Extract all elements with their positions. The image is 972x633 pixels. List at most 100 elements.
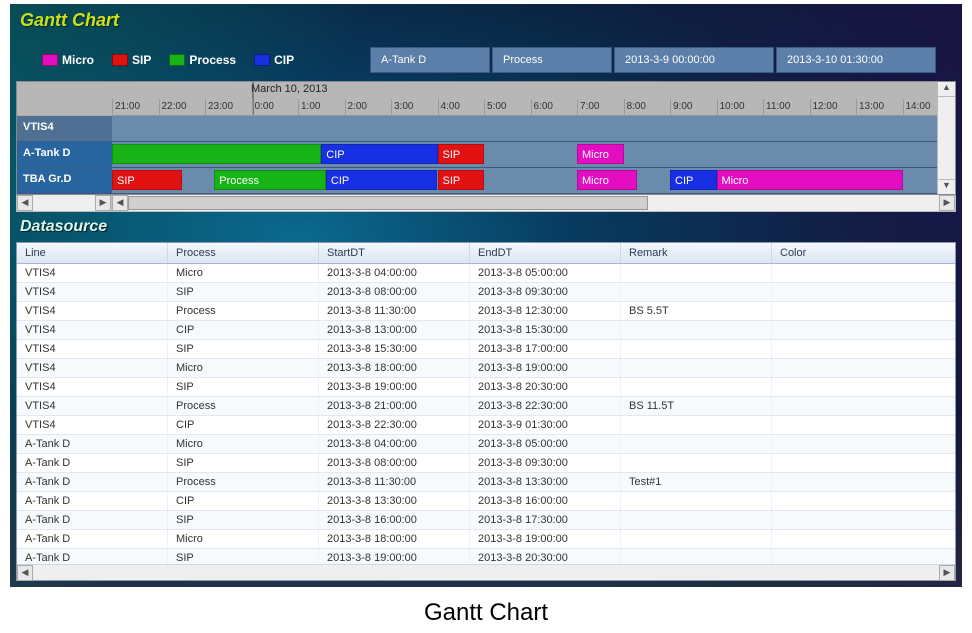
cell-startdt: 2013-3-8 08:00:00 [319, 454, 470, 472]
cell-startdt: 2013-3-8 16:00:00 [319, 511, 470, 529]
table-row[interactable]: A-Tank DCIP2013-3-8 13:30:002013-3-8 16:… [17, 492, 955, 511]
col-color[interactable]: Color [772, 243, 955, 263]
col-remark[interactable]: Remark [621, 243, 772, 263]
scroll-down-icon[interactable]: ▼ [938, 179, 955, 194]
row-header-vtis4[interactable]: VTIS4 [17, 116, 112, 142]
legend-item-cip: CIP [254, 53, 294, 67]
cell-process: Process [168, 473, 319, 491]
scroll-up-icon[interactable]: ▲ [938, 82, 955, 97]
info-line: A-Tank D [370, 47, 490, 73]
time-tick: 8:00 [624, 99, 648, 115]
table-row[interactable]: A-Tank DProcess2013-3-8 11:30:002013-3-8… [17, 473, 955, 492]
cell-line: A-Tank D [17, 549, 168, 564]
cell-startdt: 2013-3-8 22:30:00 [319, 416, 470, 434]
cell-color [772, 530, 955, 548]
cell-process: CIP [168, 321, 319, 339]
table-row[interactable]: A-Tank DSIP2013-3-8 16:00:002013-3-8 17:… [17, 511, 955, 530]
cell-remark [621, 492, 772, 510]
lane-vtis4[interactable] [112, 116, 937, 142]
cell-color [772, 302, 955, 320]
cell-process: CIP [168, 492, 319, 510]
col-enddt[interactable]: EndDT [470, 243, 621, 263]
row-header-hscroll[interactable]: ◀ ▶ [17, 195, 112, 211]
time-tick: 12:00 [810, 99, 840, 115]
gantt-hscroll: ◀ ▶ ◀ ▶ [16, 195, 956, 212]
gantt-bar-micro[interactable]: Micro [577, 170, 637, 190]
table-row[interactable]: VTIS4SIP2013-3-8 08:00:002013-3-8 09:30:… [17, 283, 955, 302]
grid-hscroll[interactable]: ◀ ▶ [17, 564, 955, 580]
table-row[interactable]: VTIS4SIP2013-3-8 15:30:002013-3-8 17:00:… [17, 340, 955, 359]
table-row[interactable]: VTIS4SIP2013-3-8 19:00:002013-3-8 20:30:… [17, 378, 955, 397]
gantt-vscroll[interactable]: ▲ ▼ [937, 82, 955, 194]
legend-row: MicroSIPProcessCIP A-Tank D Process 2013… [10, 33, 962, 81]
table-row[interactable]: A-Tank DSIP2013-3-8 08:00:002013-3-8 09:… [17, 454, 955, 473]
time-tick: 3:00 [391, 99, 415, 115]
scroll-right-icon[interactable]: ▶ [939, 195, 955, 211]
hscroll-thumb[interactable] [128, 196, 648, 210]
table-row[interactable]: VTIS4CIP2013-3-8 22:30:002013-3-9 01:30:… [17, 416, 955, 435]
scroll-left-icon[interactable]: ◀ [17, 195, 33, 211]
gantt-bar-micro[interactable]: Micro [577, 144, 624, 164]
gantt-bar-cip[interactable]: CIP [670, 170, 717, 190]
gantt-bar-sip[interactable]: SIP [112, 170, 182, 190]
cell-remark [621, 549, 772, 564]
figure-caption: Gantt Chart [0, 587, 972, 633]
table-row[interactable]: A-Tank DSIP2013-3-8 19:00:002013-3-8 20:… [17, 549, 955, 564]
table-row[interactable]: VTIS4Process2013-3-8 21:00:002013-3-8 22… [17, 397, 955, 416]
table-row[interactable]: VTIS4Process2013-3-8 11:30:002013-3-8 12… [17, 302, 955, 321]
scroll-left-icon[interactable]: ◀ [112, 195, 128, 211]
scroll-right-icon[interactable]: ▶ [95, 195, 111, 211]
gantt-bar-micro[interactable]: Micro [717, 170, 903, 190]
cell-enddt: 2013-3-8 17:00:00 [470, 340, 621, 358]
cell-color [772, 416, 955, 434]
scroll-left-icon[interactable]: ◀ [17, 565, 33, 581]
cell-remark [621, 283, 772, 301]
col-line[interactable]: Line [17, 243, 168, 263]
cell-line: A-Tank D [17, 530, 168, 548]
lane-tbagrd[interactable]: SIPProcessCIPSIPMicroCIPMicro [112, 168, 937, 194]
cell-line: VTIS4 [17, 264, 168, 282]
table-row[interactable]: VTIS4Micro2013-3-8 18:00:002013-3-8 19:0… [17, 359, 955, 378]
cell-color [772, 264, 955, 282]
cell-process: CIP [168, 416, 319, 434]
cell-process: Micro [168, 264, 319, 282]
cell-color [772, 397, 955, 415]
day-label: March 10, 2013 [251, 83, 327, 95]
legend-label: CIP [274, 53, 294, 67]
gantt-bar-cip[interactable]: CIP [321, 144, 437, 164]
scroll-right-icon[interactable]: ▶ [939, 565, 955, 581]
table-row[interactable]: A-Tank DMicro2013-3-8 04:00:002013-3-8 0… [17, 435, 955, 454]
grid-body[interactable]: VTIS4Micro2013-3-8 04:00:002013-3-8 05:0… [17, 264, 955, 564]
table-row[interactable]: VTIS4CIP2013-3-8 13:00:002013-3-8 15:30:… [17, 321, 955, 340]
gantt-panel: ▲ ▼ VTIS4 A-Tank D TBA Gr.D March 10, 20… [16, 81, 956, 212]
time-tick: 22:00 [159, 99, 189, 115]
gantt-bar-sip[interactable]: SIP [438, 170, 485, 190]
col-process[interactable]: Process [168, 243, 319, 263]
lane-atankd[interactable]: CIPSIP Micro [112, 142, 937, 168]
timeline-hscroll[interactable]: ◀ ▶ [112, 195, 955, 211]
cell-enddt: 2013-3-8 12:30:00 [470, 302, 621, 320]
cell-remark [621, 321, 772, 339]
cell-line: VTIS4 [17, 378, 168, 396]
page-title: Gantt Chart [10, 4, 962, 33]
cell-color [772, 473, 955, 491]
gantt-bar-cip[interactable]: CIP [326, 170, 438, 190]
cell-remark [621, 340, 772, 358]
table-row[interactable]: A-Tank DMicro2013-3-8 18:00:002013-3-8 1… [17, 530, 955, 549]
row-header-tbagrd[interactable]: TBA Gr.D [17, 168, 112, 194]
cell-process: Micro [168, 435, 319, 453]
gantt-viewport[interactable]: VTIS4 A-Tank D TBA Gr.D March 10, 2013 2… [17, 82, 937, 194]
gantt-bar-process[interactable] [112, 144, 321, 164]
timeline: March 10, 2013 21:0022:0023:000:001:002:… [112, 82, 937, 194]
time-tick: 2:00 [345, 99, 369, 115]
cell-color [772, 549, 955, 564]
cell-enddt: 2013-3-9 01:30:00 [470, 416, 621, 434]
cell-line: VTIS4 [17, 283, 168, 301]
cell-color [772, 454, 955, 472]
table-row[interactable]: VTIS4Micro2013-3-8 04:00:002013-3-8 05:0… [17, 264, 955, 283]
gantt-bar-process[interactable]: Process [214, 170, 326, 190]
row-header-atankd[interactable]: A-Tank D [17, 142, 112, 168]
time-tick: 23:00 [205, 99, 235, 115]
gantt-bar-sip[interactable]: SIP [438, 144, 485, 164]
col-startdt[interactable]: StartDT [319, 243, 470, 263]
